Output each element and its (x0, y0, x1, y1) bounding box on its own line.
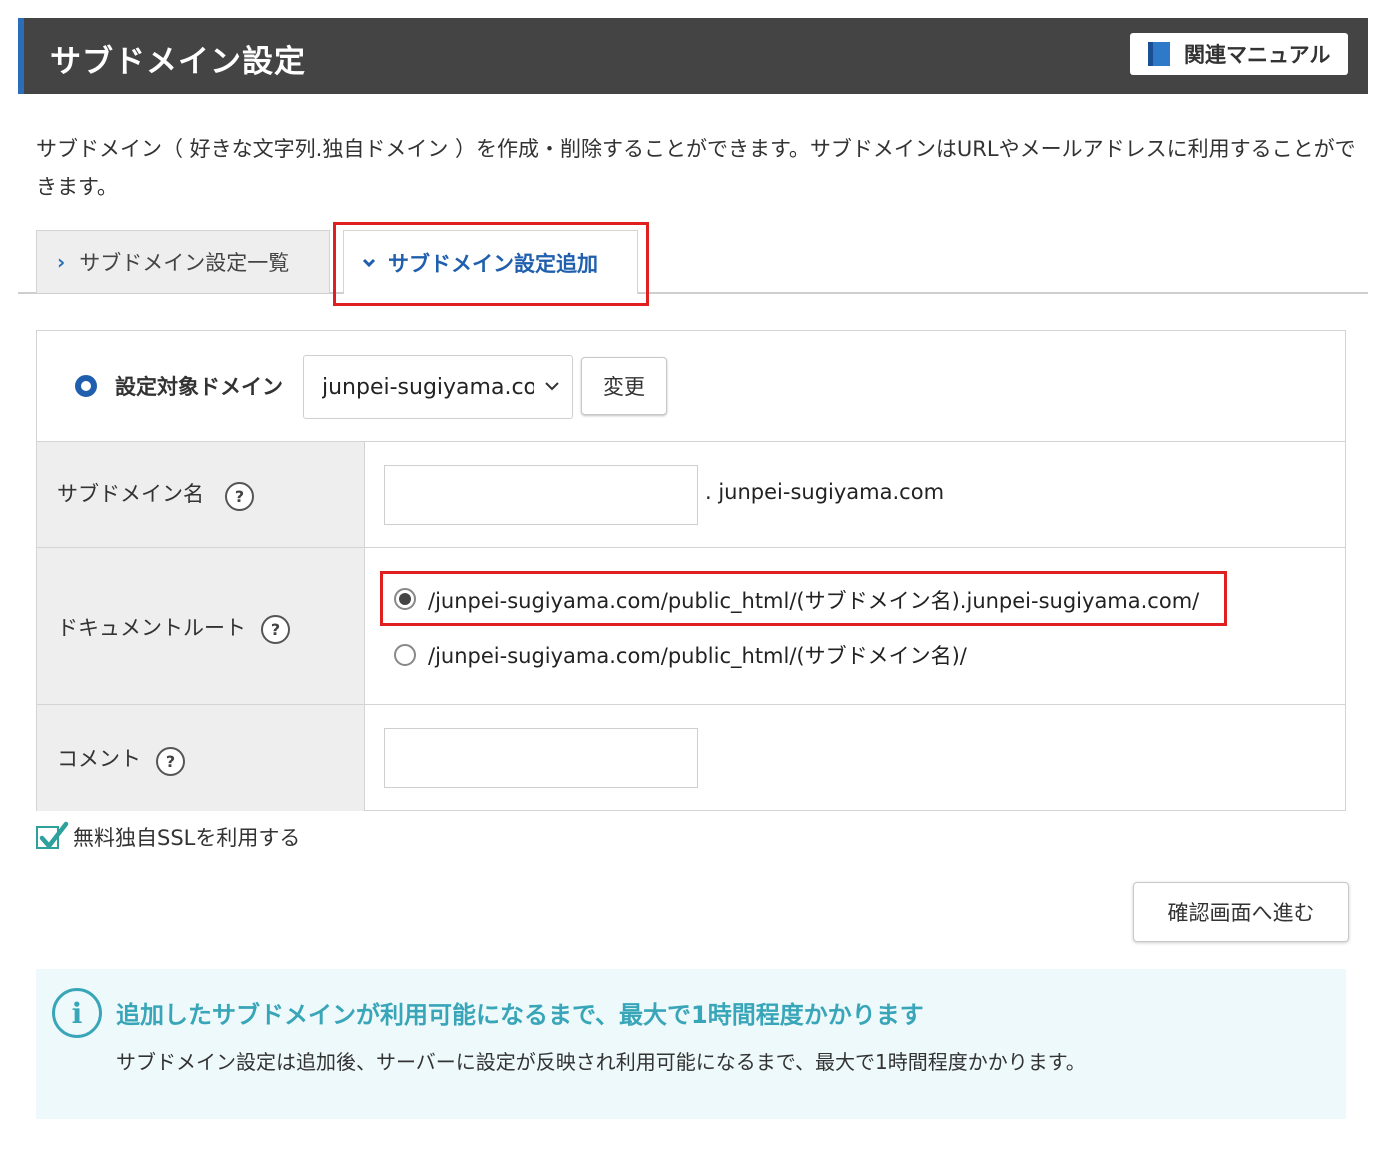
subdomain-name-label: サブドメイン名 (57, 482, 204, 506)
target-domain-value: junpei-sugiyama.com (322, 374, 534, 400)
document-root-option-2-radio[interactable] (394, 644, 416, 666)
comment-input[interactable] (384, 728, 698, 788)
confirm-button[interactable]: 確認画面へ進む (1133, 882, 1349, 942)
free-ssl-checkbox[interactable] (36, 821, 69, 849)
subdomain-name-input[interactable] (384, 465, 698, 525)
book-icon (1148, 42, 1170, 66)
free-ssl-option[interactable]: 無料独自SSLを利用する (36, 821, 301, 852)
related-manual-button[interactable]: 関連マニュアル (1130, 33, 1348, 75)
help-icon[interactable]: ? (156, 747, 185, 776)
document-root-option-2-label[interactable]: /junpei-sugiyama.com/public_html/(サブドメイン… (428, 640, 967, 670)
document-root-header: ドキュメントルート ? (37, 548, 365, 704)
help-icon[interactable]: ? (225, 482, 254, 511)
subdomain-name-header: サブドメイン名 ? (37, 442, 365, 547)
free-ssl-label: 無料独自SSLを利用する (73, 826, 301, 850)
comment-label: コメント (57, 747, 141, 771)
checkbox-check-icon (39, 821, 69, 848)
tab-subdomain-add[interactable]: サブドメイン設定追加 (343, 230, 638, 294)
chevron-down-icon (362, 254, 376, 272)
document-root-label: ドキュメントルート (57, 616, 246, 640)
subdomain-form: 設定対象ドメイン junpei-sugiyama.com 変更 サブドメイン名 … (36, 330, 1346, 811)
page-title: サブドメイン設定 (50, 44, 306, 80)
select-caret-icon (542, 374, 562, 398)
target-domain-row: 設定対象ドメイン junpei-sugiyama.com 変更 (37, 331, 1345, 442)
target-domain-select[interactable]: junpei-sugiyama.com (303, 355, 573, 419)
page-header: サブドメイン設定 関連マニュアル (18, 18, 1368, 94)
help-icon[interactable]: ? (261, 615, 290, 644)
document-root-row: ドキュメントルート ? /junpei-sugiyama.com/public_… (37, 548, 1345, 705)
notice-title: 追加したサブドメインが利用可能になるまで、最大で1時間程度かかります (116, 1001, 924, 1029)
page-description: サブドメイン（ 好きな文字列.独自ドメイン ）を作成・削除することができます。サ… (36, 137, 1356, 199)
chevron-right-icon: › (57, 250, 66, 274)
document-root-option-1-radio[interactable] (394, 588, 416, 610)
tab-subdomain-list-label: サブドメイン設定一覧 (79, 251, 290, 275)
tab-subdomain-add-label: サブドメイン設定追加 (388, 251, 598, 276)
target-domain-label: 設定対象ドメイン (115, 375, 283, 399)
comment-header: コメント ? (37, 705, 365, 811)
tab-subdomain-list[interactable]: › サブドメイン設定一覧 (36, 230, 330, 293)
subdomain-suffix: . junpei-sugiyama.com (705, 480, 945, 504)
notice-body: サブドメイン設定は追加後、サーバーに設定が反映され利用可能になるまで、最大で1時… (116, 1050, 1086, 1074)
subdomain-name-row: サブドメイン名 ? . junpei-sugiyama.com (37, 442, 1345, 548)
info-notice: i 追加したサブドメインが利用可能になるまで、最大で1時間程度かかります サブド… (36, 969, 1346, 1119)
document-root-option-1-label[interactable]: /junpei-sugiyama.com/public_html/(サブドメイン… (428, 585, 1199, 615)
radio-bullet-icon (75, 375, 97, 397)
related-manual-label: 関連マニュアル (1184, 43, 1331, 67)
change-domain-button[interactable]: 変更 (581, 357, 667, 415)
comment-row: コメント ? (37, 705, 1345, 811)
info-icon: i (52, 988, 102, 1038)
